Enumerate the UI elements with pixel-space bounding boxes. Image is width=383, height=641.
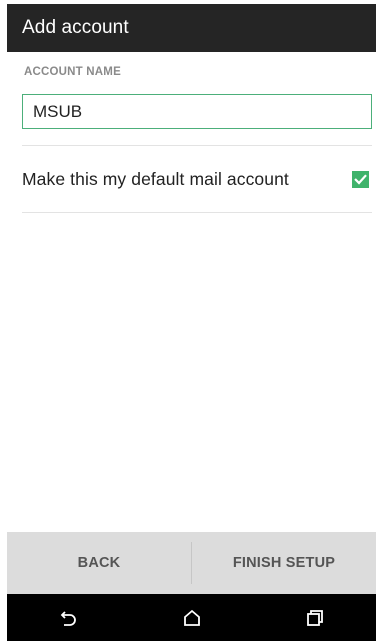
add-account-screen: Add account ACCOUNT NAME Make this my de… — [0, 0, 383, 641]
default-account-label: Make this my default mail account — [22, 168, 289, 189]
page-title: Add account — [22, 17, 129, 38]
screen-edge — [376, 0, 383, 641]
nav-recent-apps-button[interactable] — [285, 598, 345, 638]
finish-setup-button[interactable]: FINISH SETUP — [192, 532, 376, 594]
system-navigation-bar — [7, 594, 376, 641]
divider — [22, 212, 372, 213]
nav-home-button[interactable] — [162, 598, 222, 638]
app-bar: Add account — [7, 4, 376, 52]
default-account-checkbox[interactable] — [352, 170, 369, 188]
checkmark-icon — [354, 173, 367, 185]
back-button[interactable]: BACK — [7, 532, 191, 594]
account-name-label: ACCOUNT NAME — [24, 66, 121, 78]
home-icon — [183, 609, 200, 626]
account-name-input[interactable] — [22, 94, 372, 129]
screen-edge — [0, 0, 7, 641]
back-icon — [60, 610, 76, 626]
default-account-row[interactable]: Make this my default mail account — [22, 146, 372, 212]
recent-apps-icon — [306, 609, 323, 626]
action-bar: BACK FINISH SETUP — [7, 532, 376, 594]
nav-back-button[interactable] — [39, 598, 99, 638]
